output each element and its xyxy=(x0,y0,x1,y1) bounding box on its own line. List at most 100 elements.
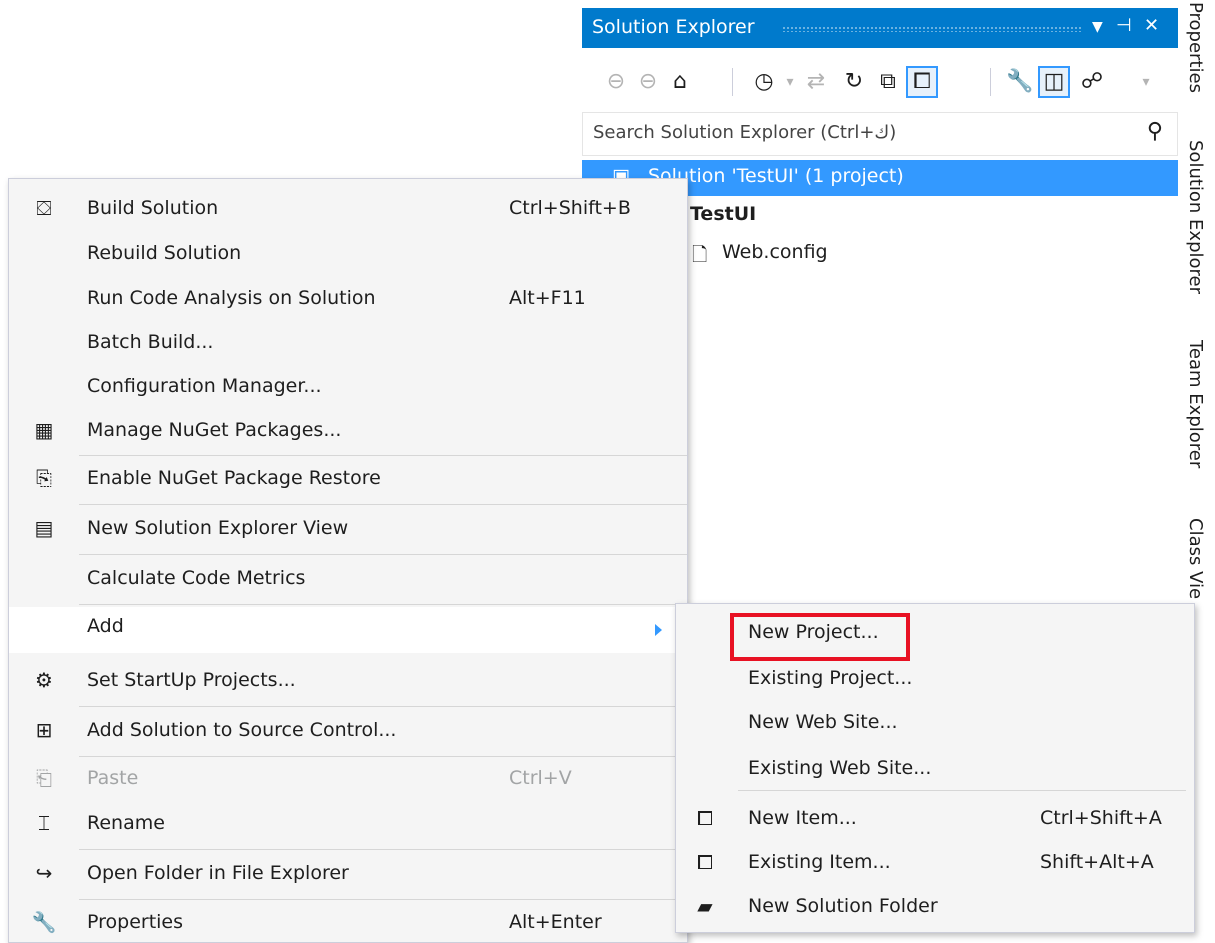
refresh-icon[interactable]: ↻ xyxy=(838,66,870,98)
dropdown-arrow-icon[interactable]: ▾ xyxy=(782,66,798,98)
submenu-item-new-web-site[interactable]: New Web Site... xyxy=(676,702,1194,744)
tab-class-view[interactable]: Class Vie xyxy=(1185,518,1206,599)
menu-item-batch-build[interactable]: Batch Build... xyxy=(9,323,687,363)
menu-item-set-startup-projects[interactable]: ⚙ Set StartUp Projects... xyxy=(9,661,687,701)
toolbar-dropdown-icon[interactable]: ▾ xyxy=(1138,66,1154,98)
wrench-icon: 🔧 xyxy=(31,910,57,934)
build-solution-icon: ⛋ xyxy=(36,196,52,220)
back-icon[interactable]: ⊖ xyxy=(600,66,632,98)
submenu-item-existing-project[interactable]: Existing Project... xyxy=(676,658,1194,700)
collapse-all-icon[interactable]: ⧉ xyxy=(872,66,904,98)
menu-item-label: Build Solution xyxy=(87,197,219,219)
menu-item-label: Rebuild Solution xyxy=(87,242,242,264)
menu-item-manage-nuget[interactable]: ▦ Manage NuGet Packages... xyxy=(9,411,687,451)
menu-item-label: New Web Site... xyxy=(748,711,898,733)
menu-item-label: Existing Item... xyxy=(748,851,891,873)
search-box[interactable]: Search Solution Explorer (Ctrl+ك) ⚲ xyxy=(582,112,1178,156)
new-item-icon: ⧠ xyxy=(697,806,713,830)
menu-item-shortcut: Shift+Alt+A xyxy=(1040,851,1154,873)
home-icon[interactable]: ⌂ xyxy=(664,66,696,98)
tree-item-label: Web.config xyxy=(722,241,828,263)
tab-solution-explorer[interactable]: Solution Explorer xyxy=(1185,140,1206,294)
preview-selected-icon[interactable]: ◫ xyxy=(1038,66,1070,98)
menu-item-label: Configuration Manager... xyxy=(87,375,322,397)
menu-item-shortcut: Ctrl+Shift+A xyxy=(1040,807,1162,829)
package-restore-icon: ⎘ xyxy=(36,466,52,490)
sync-icon[interactable]: ⇄ xyxy=(800,66,832,98)
menu-item-properties[interactable]: 🔧 Properties Alt+Enter xyxy=(9,903,687,943)
highlight-box xyxy=(730,613,910,661)
menu-item-build-solution[interactable]: ⛋ Build Solution Ctrl+Shift+B xyxy=(9,189,687,229)
new-explorer-view-icon: ▤ xyxy=(34,516,54,540)
menu-item-label: Properties xyxy=(87,911,184,933)
existing-item-icon: ⧠ xyxy=(697,850,713,874)
menu-separator xyxy=(738,790,1186,791)
menu-item-label: Open Folder in File Explorer xyxy=(87,862,349,884)
menu-item-label: Existing Project... xyxy=(748,667,913,689)
submenu-item-existing-web-site[interactable]: Existing Web Site... xyxy=(676,748,1194,790)
menu-item-label: New Item... xyxy=(748,807,857,829)
menu-item-configuration-manager[interactable]: Configuration Manager... xyxy=(9,367,687,407)
menu-item-label: Manage NuGet Packages... xyxy=(87,419,342,441)
menu-separator xyxy=(79,706,687,707)
solution-explorer-title: Solution Explorer xyxy=(592,16,755,38)
menu-item-run-code-analysis[interactable]: Run Code Analysis on Solution Alt+F11 xyxy=(9,279,687,319)
submenu-item-new-solution-folder[interactable]: ▰ New Solution Folder xyxy=(676,886,1194,928)
search-icon[interactable]: ⚲ xyxy=(1147,119,1163,144)
menu-item-shortcut: Alt+F11 xyxy=(509,287,586,309)
menu-item-rebuild-solution[interactable]: Rebuild Solution xyxy=(9,234,687,274)
show-all-files-icon[interactable]: ⧠ xyxy=(906,66,938,98)
new-solution-folder-icon: ▰ xyxy=(697,894,713,918)
solution-explorer-toolbar: ⊖ ⊖ ⌂ ◷ ▾ ⇄ ↻ ⧉ ⧠ 🔧 ◫ ☍ ▾ xyxy=(582,60,1178,104)
solution-context-menu: ⛋ Build Solution Ctrl+Shift+B Rebuild So… xyxy=(8,178,688,943)
menu-item-label: Paste xyxy=(87,767,139,789)
history-icon[interactable]: ◷ xyxy=(748,66,780,98)
menu-item-label: Existing Web Site... xyxy=(748,757,932,779)
submenu-item-existing-item[interactable]: ⧠ Existing Item... Shift+Alt+A xyxy=(676,842,1194,884)
submenu-arrow-icon xyxy=(655,624,662,636)
gear-icon: ⚙ xyxy=(35,668,53,692)
menu-separator xyxy=(79,554,687,555)
menu-item-rename[interactable]: ⌶ Rename xyxy=(9,804,687,844)
close-icon[interactable]: ✕ xyxy=(1144,15,1159,36)
solution-explorer-titlebar: Solution Explorer ▼ ⊣ ✕ xyxy=(582,8,1178,48)
forward-icon[interactable]: ⊖ xyxy=(632,66,664,98)
menu-item-paste[interactable]: ⎗ Paste Ctrl+V xyxy=(9,759,687,799)
tab-properties[interactable]: Properties xyxy=(1185,2,1206,93)
menu-item-label: Enable NuGet Package Restore xyxy=(87,467,381,489)
menu-item-calculate-code-metrics[interactable]: Calculate Code Metrics xyxy=(9,559,687,599)
titlebar-grip[interactable] xyxy=(782,26,1082,32)
menu-item-enable-package-restore[interactable]: ⎘ Enable NuGet Package Restore xyxy=(9,459,687,499)
window-position-dropdown-icon[interactable]: ▼ xyxy=(1092,19,1103,35)
menu-separator xyxy=(79,756,687,757)
menu-item-label: New Solution Explorer View xyxy=(87,517,349,539)
menu-separator xyxy=(79,455,687,456)
menu-separator xyxy=(79,504,687,505)
config-file-icon: 🗋 xyxy=(692,244,708,266)
source-control-icon: ⊞ xyxy=(35,718,53,742)
add-submenu: New Project... Existing Project... New W… xyxy=(675,603,1195,933)
menu-item-add-to-source-control[interactable]: ⊞ Add Solution to Source Control... xyxy=(9,711,687,751)
submenu-item-new-item[interactable]: ⧠ New Item... Ctrl+Shift+A xyxy=(676,798,1194,840)
menu-item-new-explorer-view[interactable]: ▤ New Solution Explorer View xyxy=(9,509,687,549)
menu-item-label: New Solution Folder xyxy=(748,895,938,917)
menu-item-open-in-file-explorer[interactable]: ↪ Open Folder in File Explorer xyxy=(9,854,687,894)
menu-item-label: Add xyxy=(87,615,124,637)
tree-item-label: TestUI xyxy=(690,203,757,225)
menu-item-label: Set StartUp Projects... xyxy=(87,669,296,691)
properties-wrench-icon[interactable]: 🔧 xyxy=(1004,66,1036,98)
search-input[interactable]: Search Solution Explorer (Ctrl+ك) xyxy=(593,122,896,143)
menu-item-label: Rename xyxy=(87,812,165,834)
menu-item-shortcut: Alt+Enter xyxy=(509,911,602,933)
auto-hide-pin-icon[interactable]: ⊣ xyxy=(1116,15,1132,36)
class-diagram-icon[interactable]: ☍ xyxy=(1076,66,1108,98)
menu-item-label: Calculate Code Metrics xyxy=(87,567,306,589)
menu-separator xyxy=(79,604,687,605)
toolbar-separator xyxy=(732,68,733,96)
menu-item-label: Run Code Analysis on Solution xyxy=(87,287,376,309)
menu-separator xyxy=(79,849,687,850)
tab-team-explorer[interactable]: Team Explorer xyxy=(1185,340,1206,468)
menu-item-label: Add Solution to Source Control... xyxy=(87,719,397,741)
menu-item-add[interactable]: Add xyxy=(9,607,687,653)
nuget-package-icon: ▦ xyxy=(34,418,54,442)
